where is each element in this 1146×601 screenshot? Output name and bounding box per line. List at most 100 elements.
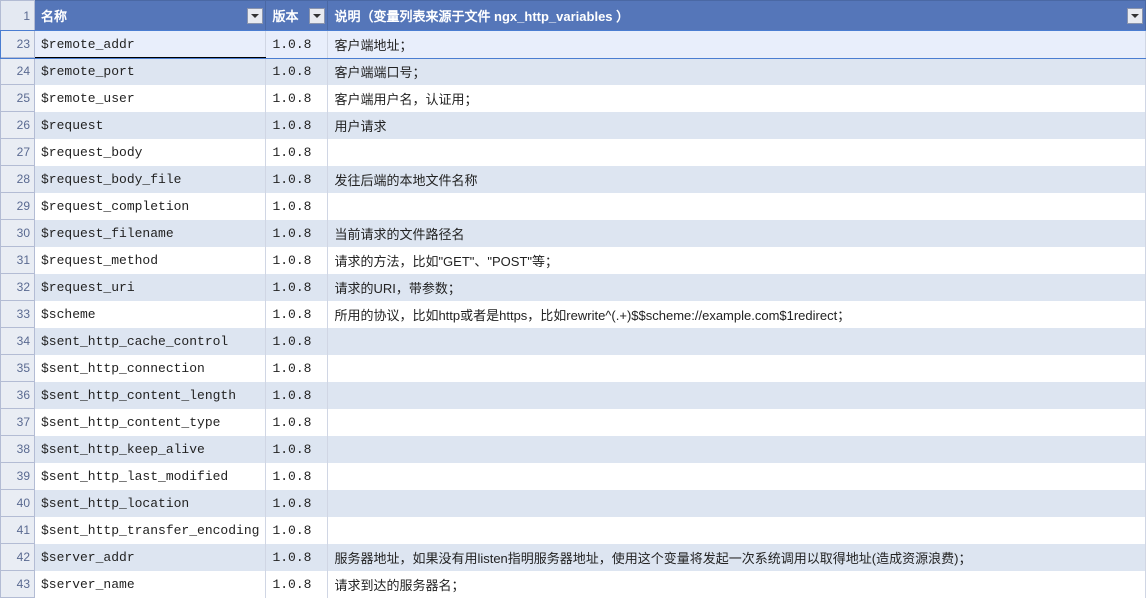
table-row[interactable]: 25$remote_user1.0.8客户端用户名，认证用； (1, 85, 1146, 112)
table-row[interactable]: 43$server_name1.0.8请求到达的服务器名； (1, 571, 1146, 598)
cell-desc[interactable]: 请求的方法，比如"GET"、"POST"等； (328, 247, 1146, 274)
cell-desc[interactable] (328, 328, 1146, 355)
filter-button-version[interactable] (309, 8, 325, 24)
cell-name[interactable]: $remote_user (35, 85, 266, 112)
cell-name[interactable]: $request_body_file (35, 166, 266, 193)
cell-name[interactable]: $server_addr (35, 544, 266, 571)
cell-name[interactable]: $request_method (35, 247, 266, 274)
row-number[interactable]: 39 (1, 463, 35, 490)
row-number[interactable]: 23 (1, 31, 35, 58)
table-row[interactable]: 37$sent_http_content_type1.0.8 (1, 409, 1146, 436)
row-number[interactable]: 29 (1, 193, 35, 220)
cell-name[interactable]: $request (35, 112, 266, 139)
cell-version[interactable]: 1.0.8 (266, 355, 328, 382)
cell-version[interactable]: 1.0.8 (266, 409, 328, 436)
cell-version[interactable]: 1.0.8 (266, 193, 328, 220)
table-row[interactable]: 35$sent_http_connection1.0.8 (1, 355, 1146, 382)
table-row[interactable]: 23$remote_addr1.0.8客户端地址； (1, 31, 1146, 58)
cell-desc[interactable] (328, 193, 1146, 220)
column-header-name[interactable]: 名称 (35, 1, 266, 31)
cell-desc[interactable]: 用户请求 (328, 112, 1146, 139)
cell-desc[interactable] (328, 490, 1146, 517)
cell-version[interactable]: 1.0.8 (266, 301, 328, 328)
cell-desc[interactable]: 客户端地址； (328, 31, 1146, 58)
cell-version[interactable]: 1.0.8 (266, 463, 328, 490)
cell-name[interactable]: $sent_http_location (35, 490, 266, 517)
cell-name[interactable]: $request_completion (35, 193, 266, 220)
row-number[interactable]: 34 (1, 328, 35, 355)
cell-name[interactable]: $sent_http_last_modified (35, 463, 266, 490)
cell-version[interactable]: 1.0.8 (266, 328, 328, 355)
row-number[interactable]: 30 (1, 220, 35, 247)
cell-name[interactable]: $request_filename (35, 220, 266, 247)
cell-name[interactable]: $sent_http_transfer_encoding (35, 517, 266, 544)
cell-name[interactable]: $sent_http_cache_control (35, 328, 266, 355)
row-number[interactable]: 25 (1, 85, 35, 112)
cell-version[interactable]: 1.0.8 (266, 85, 328, 112)
table-row[interactable]: 24$remote_port1.0.8客户端端口号； (1, 58, 1146, 85)
table-row[interactable]: 34$sent_http_cache_control1.0.8 (1, 328, 1146, 355)
cell-name[interactable]: $sent_http_content_length (35, 382, 266, 409)
cell-version[interactable]: 1.0.8 (266, 58, 328, 85)
cell-version[interactable]: 1.0.8 (266, 436, 328, 463)
table-row[interactable]: 39$sent_http_last_modified1.0.8 (1, 463, 1146, 490)
cell-desc[interactable] (328, 436, 1146, 463)
cell-version[interactable]: 1.0.8 (266, 247, 328, 274)
cell-version[interactable]: 1.0.8 (266, 112, 328, 139)
cell-desc[interactable] (328, 139, 1146, 166)
cell-desc[interactable]: 当前请求的文件路径名 (328, 220, 1146, 247)
cell-version[interactable]: 1.0.8 (266, 382, 328, 409)
row-number[interactable]: 28 (1, 166, 35, 193)
cell-version[interactable]: 1.0.8 (266, 31, 328, 58)
cell-desc[interactable] (328, 382, 1146, 409)
table-row[interactable]: 40$sent_http_location1.0.8 (1, 490, 1146, 517)
cell-desc[interactable]: 客户端端口号； (328, 58, 1146, 85)
table-row[interactable]: 30$request_filename1.0.8当前请求的文件路径名 (1, 220, 1146, 247)
filter-button-name[interactable] (247, 8, 263, 24)
table-row[interactable]: 27$request_body1.0.8 (1, 139, 1146, 166)
corner-cell[interactable]: 1 (1, 1, 35, 31)
cell-desc[interactable]: 客户端用户名，认证用； (328, 85, 1146, 112)
cell-name[interactable]: $request_body (35, 139, 266, 166)
cell-desc[interactable] (328, 463, 1146, 490)
cell-name[interactable]: $sent_http_content_type (35, 409, 266, 436)
cell-name[interactable]: $sent_http_keep_alive (35, 436, 266, 463)
row-number[interactable]: 26 (1, 112, 35, 139)
cell-name[interactable]: $remote_addr (35, 31, 266, 58)
table-row[interactable]: 32$request_uri1.0.8请求的URI，带参数； (1, 274, 1146, 301)
table-row[interactable]: 41$sent_http_transfer_encoding1.0.8 (1, 517, 1146, 544)
row-number[interactable]: 38 (1, 436, 35, 463)
row-number[interactable]: 42 (1, 544, 35, 571)
row-number[interactable]: 27 (1, 139, 35, 166)
cell-version[interactable]: 1.0.8 (266, 166, 328, 193)
cell-desc[interactable]: 服务器地址，如果没有用listen指明服务器地址，使用这个变量将发起一次系统调用… (328, 544, 1146, 571)
cell-desc[interactable] (328, 409, 1146, 436)
cell-name[interactable]: $request_uri (35, 274, 266, 301)
cell-name[interactable]: $server_name (35, 571, 266, 598)
row-number[interactable]: 36 (1, 382, 35, 409)
table-row[interactable]: 31$request_method1.0.8请求的方法，比如"GET"、"POS… (1, 247, 1146, 274)
table-row[interactable]: 26$request1.0.8用户请求 (1, 112, 1146, 139)
cell-version[interactable]: 1.0.8 (266, 220, 328, 247)
row-number[interactable]: 33 (1, 301, 35, 328)
row-number[interactable]: 31 (1, 247, 35, 274)
row-number[interactable]: 32 (1, 274, 35, 301)
cell-version[interactable]: 1.0.8 (266, 571, 328, 598)
table-row[interactable]: 42$server_addr1.0.8服务器地址，如果没有用listen指明服务… (1, 544, 1146, 571)
cell-version[interactable]: 1.0.8 (266, 544, 328, 571)
column-header-desc[interactable]: 说明（变量列表来源于文件 ngx_http_variables ） (328, 1, 1146, 31)
row-number[interactable]: 40 (1, 490, 35, 517)
table-row[interactable]: 28$request_body_file1.0.8发往后端的本地文件名称 (1, 166, 1146, 193)
row-number[interactable]: 41 (1, 517, 35, 544)
cell-name[interactable]: $remote_port (35, 58, 266, 85)
row-number[interactable]: 35 (1, 355, 35, 382)
table-row[interactable]: 36$sent_http_content_length1.0.8 (1, 382, 1146, 409)
cell-version[interactable]: 1.0.8 (266, 274, 328, 301)
cell-version[interactable]: 1.0.8 (266, 490, 328, 517)
cell-desc[interactable] (328, 517, 1146, 544)
cell-desc[interactable]: 请求的URI，带参数； (328, 274, 1146, 301)
cell-name[interactable]: $sent_http_connection (35, 355, 266, 382)
table-row[interactable]: 38$sent_http_keep_alive1.0.8 (1, 436, 1146, 463)
row-number[interactable]: 43 (1, 571, 35, 598)
cell-desc[interactable] (328, 355, 1146, 382)
